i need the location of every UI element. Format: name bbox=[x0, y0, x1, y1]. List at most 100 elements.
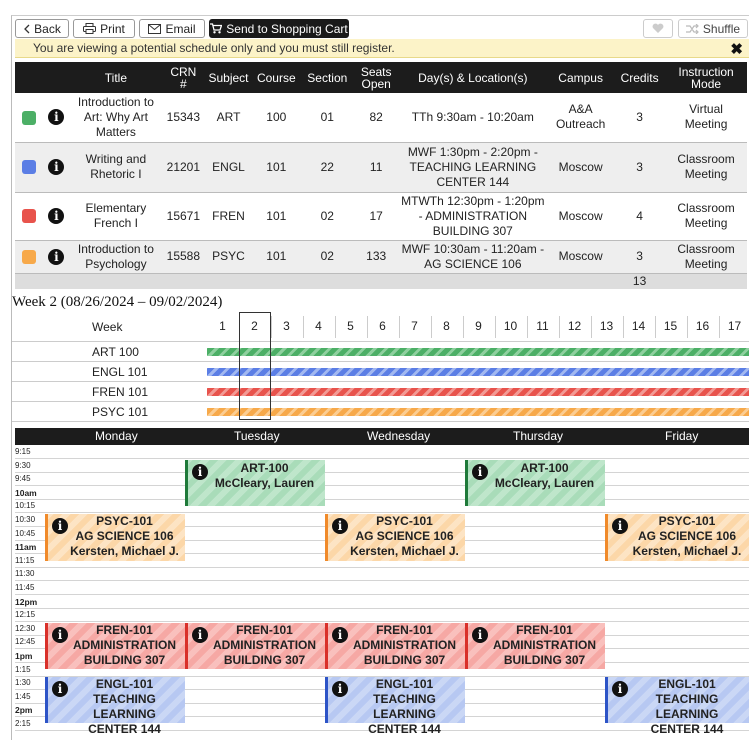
total-row: 13 bbox=[15, 273, 747, 289]
cell-section: 01 bbox=[300, 93, 354, 143]
cell-section: 02 bbox=[300, 192, 354, 241]
time-label: 1:15 bbox=[15, 664, 31, 674]
cell-campus: Moscow bbox=[547, 192, 615, 241]
info-icon[interactable]: i bbox=[48, 208, 65, 224]
event-psyc-101-friday[interactable]: i PSYC-101 AG SCIENCE 106 Kersten, Michael… bbox=[605, 514, 749, 561]
favorite-button[interactable] bbox=[643, 19, 673, 38]
week-number[interactable]: 12 bbox=[559, 312, 590, 341]
col-campus: Campus bbox=[547, 62, 615, 93]
cell-credits: 3 bbox=[614, 93, 666, 143]
color-swatch[interactable] bbox=[21, 110, 36, 125]
toolbar: Back Print Email Send to Shopping Cart S… bbox=[15, 19, 749, 39]
cell-days: MWF 10:30am - 11:20am - AG SCIENCE 106 bbox=[398, 240, 548, 274]
event-fren-101-thursday[interactable]: i FREN-101 ADMINISTRATION BUILDING 307 bbox=[465, 623, 605, 669]
week-number[interactable]: 1 bbox=[207, 312, 238, 341]
col-color bbox=[15, 62, 43, 93]
time-label: 10:45 bbox=[15, 528, 36, 538]
table-header-row: Title CRN # Subject Course Section Seats O… bbox=[15, 62, 747, 93]
week-number[interactable]: 5 bbox=[335, 312, 366, 341]
cell-seats: 11 bbox=[353, 142, 399, 193]
print-button[interactable]: Print bbox=[73, 19, 135, 38]
time-gridline bbox=[15, 607, 749, 609]
week-number[interactable]: 9 bbox=[463, 312, 494, 341]
color-swatch[interactable] bbox=[21, 209, 36, 224]
time-label: 10:30 bbox=[15, 515, 36, 524]
cell-campus: Moscow bbox=[547, 240, 615, 274]
cell-mode: Classroom Meeting bbox=[665, 192, 747, 241]
cell-title: Introduction to Psychology bbox=[70, 240, 162, 274]
col-crn: CRN # bbox=[161, 62, 206, 93]
day-tuesday: Tuesday bbox=[234, 429, 280, 443]
event-fren-101-monday[interactable]: i FREN-101 ADMINISTRATION BUILDING 307 bbox=[45, 623, 185, 669]
cell-title: Writing and Rhetoric I bbox=[70, 142, 162, 193]
table-row: i Elementary French I 15671 FREN 101 02 … bbox=[15, 192, 747, 241]
week-number[interactable]: 11 bbox=[527, 312, 558, 341]
week-separator bbox=[367, 316, 368, 338]
day-wednesday: Wednesday bbox=[367, 429, 431, 443]
week-number[interactable]: 16 bbox=[687, 312, 718, 341]
shuffle-button[interactable]: Shuffle bbox=[678, 19, 748, 38]
shuffle-icon bbox=[685, 23, 699, 34]
week-label: Week bbox=[92, 320, 123, 334]
back-button[interactable]: Back bbox=[15, 19, 69, 38]
week-number[interactable]: 10 bbox=[495, 312, 526, 341]
notice-banner: You are viewing a potential schedule onl… bbox=[15, 39, 749, 58]
event-fren-101-tuesday[interactable]: i FREN-101 ADMINISTRATION BUILDING 307 bbox=[185, 623, 325, 669]
send-to-cart-button[interactable]: Send to Shopping Cart bbox=[209, 19, 349, 38]
cell-campus: A&A Outreach bbox=[547, 93, 615, 143]
cell-title: Elementary French I bbox=[70, 192, 162, 241]
table-row: i Writing and Rhetoric I 21201 ENGL 101 … bbox=[15, 142, 747, 193]
event-fren-101-wednesday[interactable]: i FREN-101 ADMINISTRATION BUILDING 307 bbox=[325, 623, 465, 669]
close-icon[interactable]: ✖ bbox=[730, 40, 743, 58]
week-number[interactable]: 8 bbox=[431, 312, 462, 341]
time-gridline bbox=[15, 566, 749, 568]
cell-crn: 21201 bbox=[161, 142, 206, 193]
cell-mode: Classroom Meeting bbox=[665, 142, 747, 193]
week-number[interactable]: 15 bbox=[655, 312, 686, 341]
week-number[interactable]: 4 bbox=[303, 312, 334, 341]
week-number[interactable]: 17 bbox=[719, 312, 749, 341]
col-course: Course bbox=[251, 62, 301, 93]
week-number[interactable]: 3 bbox=[271, 312, 302, 341]
color-swatch[interactable] bbox=[21, 249, 36, 264]
cart-icon bbox=[210, 23, 223, 34]
cell-days: MWF 1:30pm - 2:20pm - TEACHING LEARNING … bbox=[398, 142, 548, 193]
cell-crn: 15343 bbox=[161, 93, 206, 143]
event-engl-101-monday[interactable]: i ENGL-101 TEACHING LEARNING CENTER 144 bbox=[45, 677, 185, 736]
event-psyc-101-monday[interactable]: i PSYC-101 AG SCIENCE 106 Kersten, Michael… bbox=[45, 514, 185, 561]
event-psyc-101-wednesday[interactable]: i PSYC-101 AG SCIENCE 106 Kersten, Michael… bbox=[325, 514, 465, 561]
col-days: Day(s) & Location(s) bbox=[398, 62, 548, 93]
cell-section: 22 bbox=[300, 142, 354, 193]
week-number[interactable]: 7 bbox=[399, 312, 430, 341]
info-icon[interactable]: i bbox=[48, 109, 65, 126]
cell-section: 02 bbox=[300, 240, 354, 274]
cell-credits: 4 bbox=[614, 192, 666, 241]
week-number[interactable]: 14 bbox=[623, 312, 654, 341]
cell-credits: 3 bbox=[614, 142, 666, 193]
email-button[interactable]: Email bbox=[139, 19, 205, 38]
info-icon[interactable]: i bbox=[48, 248, 65, 265]
event-engl-101-friday[interactable]: i ENGL-101 TEACHING LEARNING CENTER 144 bbox=[605, 677, 749, 736]
time-label: 11:30 bbox=[15, 569, 35, 579]
event-art-100-thursday[interactable]: i ART-100 McCleary, Lauren bbox=[465, 460, 605, 506]
course-bar-art bbox=[207, 348, 749, 356]
table-row: i Introduction to Psychology 15588 PSYC … bbox=[15, 240, 747, 274]
shuffle-label: Shuffle bbox=[702, 21, 741, 36]
time-label: 10am bbox=[15, 487, 37, 498]
color-swatch[interactable] bbox=[21, 160, 36, 175]
course-bar-engl bbox=[207, 368, 749, 376]
course-bar-psyc bbox=[207, 408, 749, 416]
event-engl-101-wednesday[interactable]: i ENGL-101 TEACHING LEARNING CENTER 144 bbox=[325, 677, 465, 736]
time-gridline bbox=[15, 580, 749, 582]
info-icon[interactable]: i bbox=[48, 159, 65, 175]
chevron-left-icon bbox=[24, 24, 30, 33]
day-friday: Friday bbox=[665, 429, 699, 443]
cell-subject: ART bbox=[205, 93, 252, 143]
event-art-100-tuesday[interactable]: i ART-100 McCleary, Lauren bbox=[185, 460, 325, 506]
col-mode: Instruction Mode bbox=[665, 62, 747, 93]
week-heading: Week 2 (08/26/2024 – 09/02/2024) bbox=[12, 294, 223, 310]
week-number[interactable]: 13 bbox=[591, 312, 622, 341]
week-separator bbox=[335, 316, 336, 338]
cell-credits: 3 bbox=[614, 240, 666, 274]
week-number[interactable]: 6 bbox=[367, 312, 398, 341]
